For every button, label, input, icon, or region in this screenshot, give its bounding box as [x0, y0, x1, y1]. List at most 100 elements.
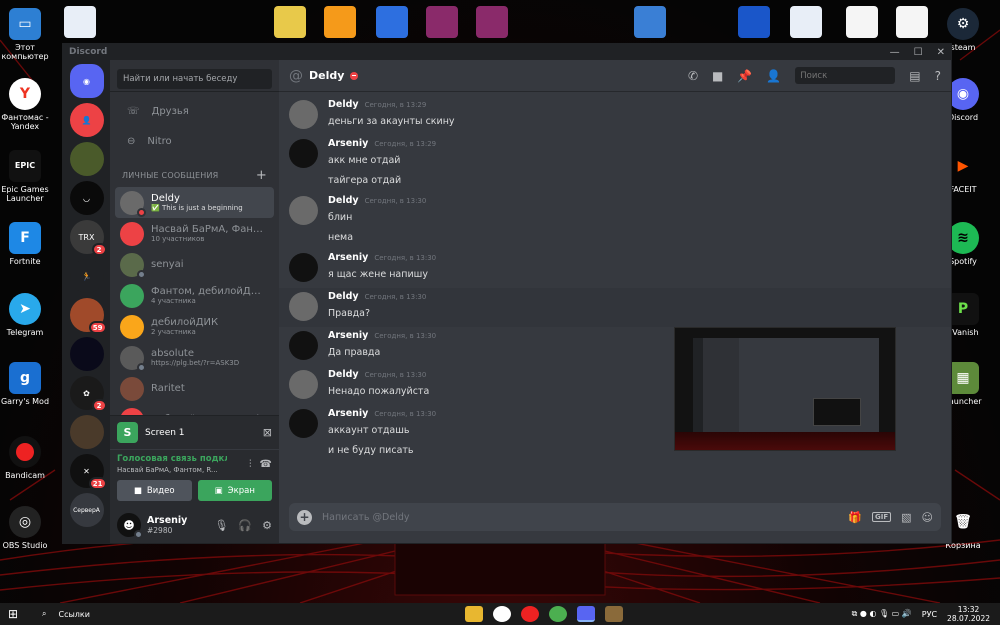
message-author[interactable]: Deldy — [328, 291, 359, 302]
screen-button[interactable]: ▣ Экран — [197, 480, 272, 501]
minimize-button[interactable]: — — [890, 47, 900, 58]
server-icon[interactable]: ◡ — [69, 181, 104, 215]
desktop-icon-epic[interactable]: EPIC Epic Games Launcher — [0, 150, 54, 203]
dm-item[interactable]: дебилойДИК, matvei — [115, 404, 274, 415]
voice-call-icon[interactable]: ✆ — [688, 69, 698, 83]
message[interactable]: Arseniy Сегодня, в 13:29 акк мне отдай тайг… — [279, 135, 951, 192]
message-author[interactable]: Arseniy — [328, 138, 368, 149]
avatar[interactable] — [289, 100, 318, 129]
noise-suppression-icon[interactable]: ⫶ — [249, 459, 252, 470]
desktop-shortcut-icon[interactable] — [376, 6, 408, 38]
find-conversation-button[interactable]: Найти или начать беседу — [117, 69, 272, 89]
desktop-file-icon[interactable] — [846, 6, 878, 38]
tray-icons[interactable]: ⧉ ● ◐ 🎙 ▭ 🔊 — [852, 609, 912, 619]
server-icon[interactable] — [69, 337, 104, 371]
stream-preview[interactable] — [674, 327, 896, 451]
message[interactable]: Deldy Сегодня, в 13:29 деньги за акаунты с… — [279, 96, 951, 135]
server-icon[interactable]: ◉ — [69, 64, 104, 98]
video-call-icon[interactable]: ■ — [712, 69, 723, 83]
server-icon[interactable]: СерверА — [69, 493, 104, 527]
desktop-file-icon[interactable] — [896, 6, 928, 38]
desktop-folder-icon[interactable] — [274, 6, 306, 38]
pin-icon[interactable]: 📌 — [737, 69, 752, 83]
dm-item[interactable]: Raritet — [115, 373, 274, 404]
avatar[interactable] — [289, 139, 318, 168]
server-icon[interactable] — [69, 142, 104, 176]
message-input[interactable] — [322, 511, 839, 523]
server-icon[interactable]: ✕ 21 — [69, 454, 107, 490]
emoji-icon[interactable]: ☺ — [922, 511, 933, 524]
microphone-icon[interactable]: 🎙 — [214, 519, 228, 532]
inbox-icon[interactable]: ▤ — [909, 69, 920, 83]
dm-item[interactable]: absolute https://plg.bet/?r=ASK3D — [115, 342, 274, 373]
attach-plus-icon[interactable]: + — [297, 509, 312, 525]
avatar[interactable] — [289, 196, 318, 225]
server-icon[interactable]: TRX 2 — [69, 220, 107, 256]
language-indicator[interactable]: РУС — [922, 610, 937, 619]
avatar[interactable] — [289, 292, 318, 321]
video-button[interactable]: ■ Видео — [117, 480, 192, 501]
gif-button[interactable]: GIF — [871, 512, 892, 522]
dm-item[interactable]: дебилойДИК 2 участника — [115, 311, 274, 342]
avatar[interactable] — [289, 409, 318, 438]
desktop-icon-computer[interactable]: ▭ Этот компьютер — [0, 8, 54, 61]
help-icon[interactable]: ? — [935, 69, 941, 83]
desktop-icon-gmod[interactable]: g Garry's Mod — [0, 362, 54, 406]
avatar[interactable] — [289, 253, 318, 282]
dm-item[interactable]: Насвай БаРмА, Фантом...10 участников — [115, 218, 274, 249]
search-icon[interactable]: ⌕ — [42, 609, 46, 619]
voice-status[interactable]: Голосовая связь подключена — [117, 454, 227, 464]
chrome-icon[interactable] — [549, 606, 567, 622]
stop-stream-icon[interactable]: ⊠ — [263, 426, 272, 439]
headphones-icon[interactable]: 🎧 — [238, 519, 252, 532]
desktop-icon-yandex[interactable]: Y Фантомас - Yandex — [0, 78, 54, 131]
yandex-browser-icon[interactable] — [493, 606, 511, 622]
close-button[interactable]: ✕ — [937, 47, 945, 58]
server-icon[interactable]: 59 — [69, 298, 107, 334]
message-author[interactable]: Arseniy — [328, 252, 368, 263]
sticker-icon[interactable]: ▧ — [901, 511, 911, 524]
server-icon[interactable]: 🏃 — [69, 259, 104, 293]
desktop-shortcut-icon[interactable] — [324, 6, 356, 38]
message-author[interactable]: Deldy — [328, 195, 359, 206]
server-icon[interactable]: 👤 — [69, 103, 104, 137]
winrar-icon[interactable] — [476, 6, 508, 38]
gift-icon[interactable]: 🎁 — [848, 511, 862, 524]
nav-friends[interactable]: ☏ Друзья — [115, 96, 274, 126]
avatar[interactable] — [289, 331, 318, 360]
desktop-icon-bandicam[interactable]: Bandicam — [0, 436, 54, 480]
message[interactable]: Deldy Сегодня, в 13:30 блин нема — [279, 192, 951, 249]
windows-start-icon[interactable]: ⊞ — [8, 607, 34, 621]
desktop-icon-fortnite[interactable]: F Fortnite — [0, 222, 54, 266]
desktop-shortcut-icon[interactable] — [738, 6, 770, 38]
dm-item[interactable]: senyai — [115, 249, 274, 280]
clock[interactable]: 13:32 28.07.2022 — [947, 605, 990, 624]
desktop-shortcut-icon[interactable] — [634, 6, 666, 38]
nav-nitro[interactable]: ⊖ Nitro — [115, 126, 274, 156]
message[interactable]: Deldy Сегодня, в 13:30 Правда? — [279, 288, 951, 327]
message-author[interactable]: Deldy — [328, 369, 359, 380]
disconnect-icon[interactable]: ☎ — [260, 459, 272, 470]
opera-icon[interactable] — [521, 606, 539, 622]
message-author[interactable]: Arseniy — [328, 408, 368, 419]
search-input[interactable] — [795, 67, 896, 84]
dm-item[interactable]: Фантом, дебилойДИК... 4 участника — [115, 280, 274, 311]
taskbar-search-label[interactable]: Ссылки — [58, 610, 89, 619]
add-friend-icon[interactable]: 👤 — [766, 69, 781, 83]
avatar[interactable] — [289, 370, 318, 399]
maximize-button[interactable]: ☐ — [914, 47, 923, 58]
message[interactable]: Arseniy Сегодня, в 13:30 я щас жене напишу — [279, 249, 951, 288]
winrar-icon[interactable] — [426, 6, 458, 38]
settings-gear-icon[interactable]: ⚙ — [262, 519, 272, 532]
desktop-file-icon[interactable] — [790, 6, 822, 38]
message-author[interactable]: Arseniy — [328, 330, 368, 341]
minecraft-taskbar-icon[interactable] — [605, 606, 623, 622]
desktop-icon-telegram[interactable]: ➤ Telegram — [0, 293, 54, 337]
desktop-file-icon[interactable] — [64, 6, 96, 38]
avatar[interactable]: ☻ — [117, 513, 143, 539]
server-icon[interactable] — [69, 415, 104, 449]
message-author[interactable]: Deldy — [328, 99, 359, 110]
desktop-icon-obs[interactable]: ◎ OBS Studio — [0, 506, 54, 550]
discord-taskbar-icon[interactable] — [577, 606, 595, 622]
create-dm-button[interactable]: + — [256, 168, 267, 183]
